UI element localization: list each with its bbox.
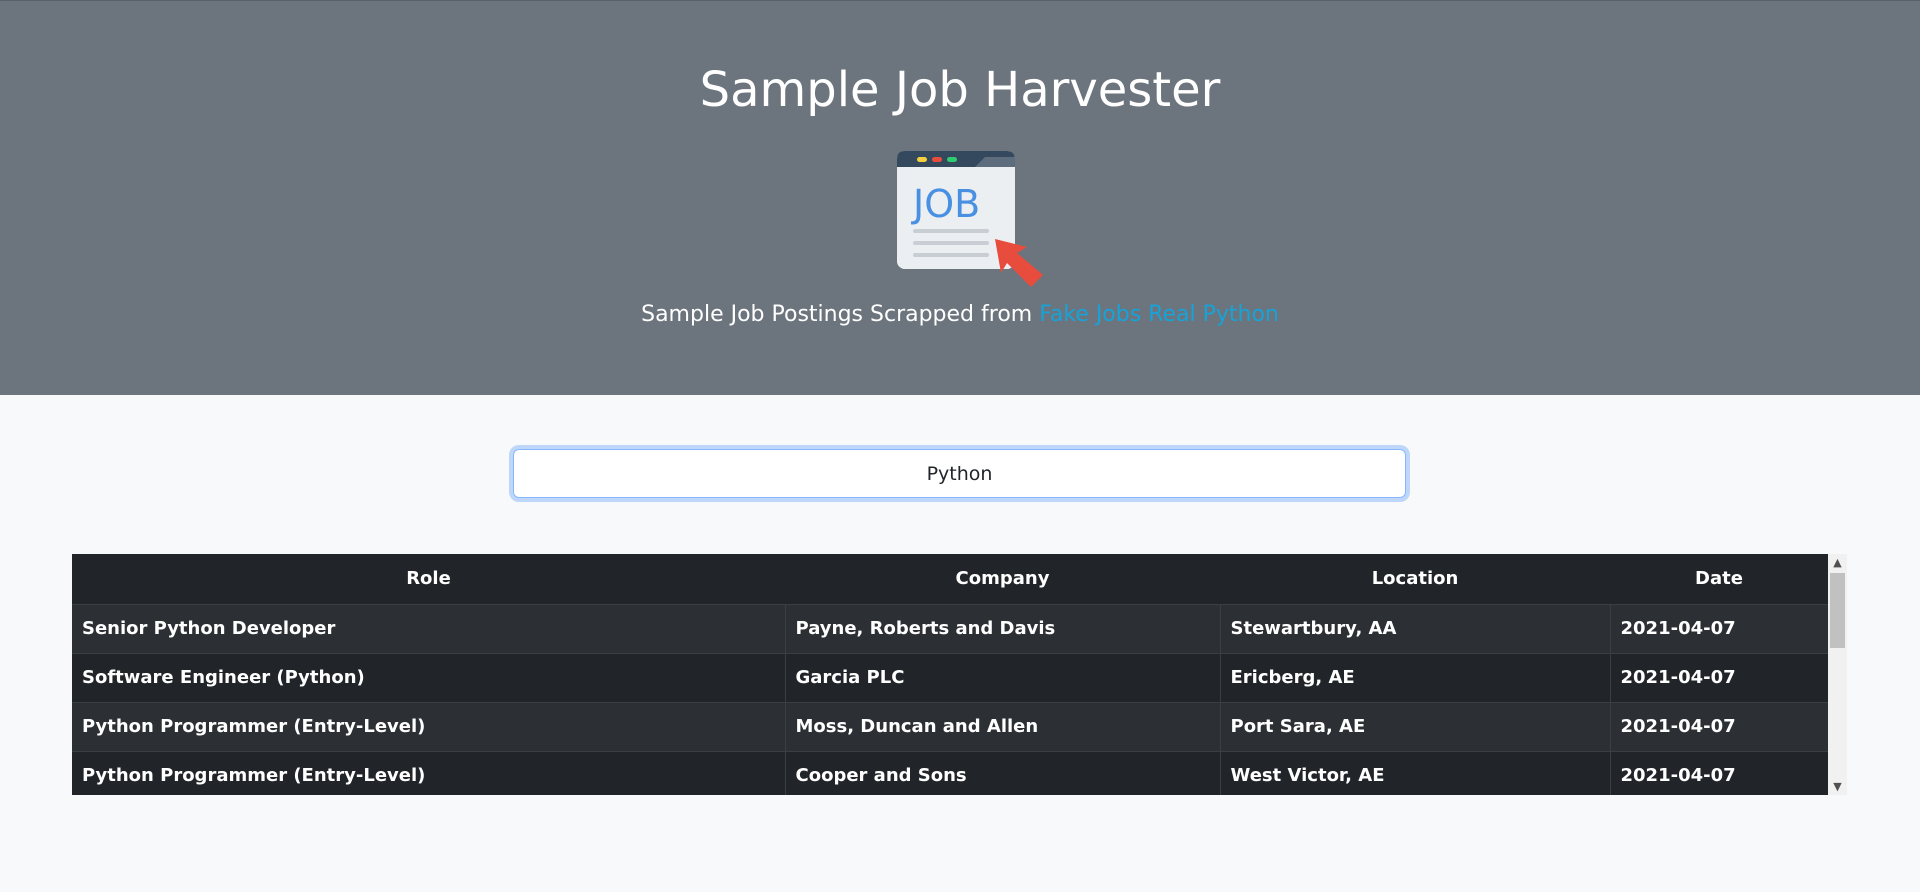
search-input[interactable] (513, 449, 1406, 498)
table-row[interactable]: Software Engineer (Python) Garcia PLC Er… (72, 652, 1828, 702)
cell-date: 2021-04-07 (1609, 701, 1828, 751)
cell-role: Software Engineer (Python) (72, 652, 785, 702)
page-title: Sample Job Harvester (699, 62, 1221, 118)
cell-location: Ericberg, AE (1219, 652, 1610, 702)
scrollbar-thumb[interactable] (1830, 573, 1845, 648)
table-header-row: Role Company Location Date (72, 554, 1828, 604)
scroll-up-icon[interactable]: ▲ (1828, 554, 1847, 571)
cell-location: Stewartbury, AA (1219, 603, 1610, 653)
column-header-location[interactable]: Location (1220, 554, 1610, 604)
cell-company: Moss, Duncan and Allen (784, 701, 1220, 751)
logo-text: JOB (911, 182, 980, 226)
cell-role: Senior Python Developer (72, 603, 785, 653)
page-subtitle: Sample Job Postings Scrapped from Fake J… (0, 299, 1920, 331)
cell-role: Python Programmer (Entry-Level) (72, 701, 785, 751)
cell-company: Cooper and Sons (784, 750, 1220, 795)
table-row[interactable]: Python Programmer (Entry-Level) Cooper a… (72, 750, 1828, 795)
cell-date: 2021-04-07 (1609, 750, 1828, 795)
table-scrollbar[interactable]: ▲ ▼ (1828, 554, 1847, 795)
hero-header: Sample Job Harvester JOB Sample Job Post… (0, 0, 1920, 395)
cell-company: Garcia PLC (784, 652, 1220, 702)
column-header-role[interactable]: Role (72, 554, 785, 604)
jobs-table: Role Company Location Date Senior Python… (72, 554, 1828, 795)
cell-location: Port Sara, AE (1219, 701, 1610, 751)
column-header-company[interactable]: Company (785, 554, 1220, 604)
cell-company: Payne, Roberts and Davis (784, 603, 1220, 653)
subtitle-prefix: Sample Job Postings Scrapped from (641, 302, 1033, 327)
cell-location: West Victor, AE (1219, 750, 1610, 795)
jobs-table-container: Role Company Location Date Senior Python… (72, 554, 1847, 795)
table-row[interactable]: Senior Python Developer Payne, Roberts a… (72, 603, 1828, 653)
cell-date: 2021-04-07 (1609, 652, 1828, 702)
search-container (513, 449, 1406, 498)
scroll-down-icon[interactable]: ▼ (1828, 778, 1847, 795)
column-header-date[interactable]: Date (1610, 554, 1828, 604)
table-row[interactable]: Python Programmer (Entry-Level) Moss, Du… (72, 701, 1828, 751)
cell-date: 2021-04-07 (1609, 603, 1828, 653)
fake-jobs-link[interactable]: Fake Jobs Real Python (1039, 302, 1279, 327)
cell-role: Python Programmer (Entry-Level) (72, 750, 785, 795)
job-logo-icon: JOB (897, 151, 1043, 287)
